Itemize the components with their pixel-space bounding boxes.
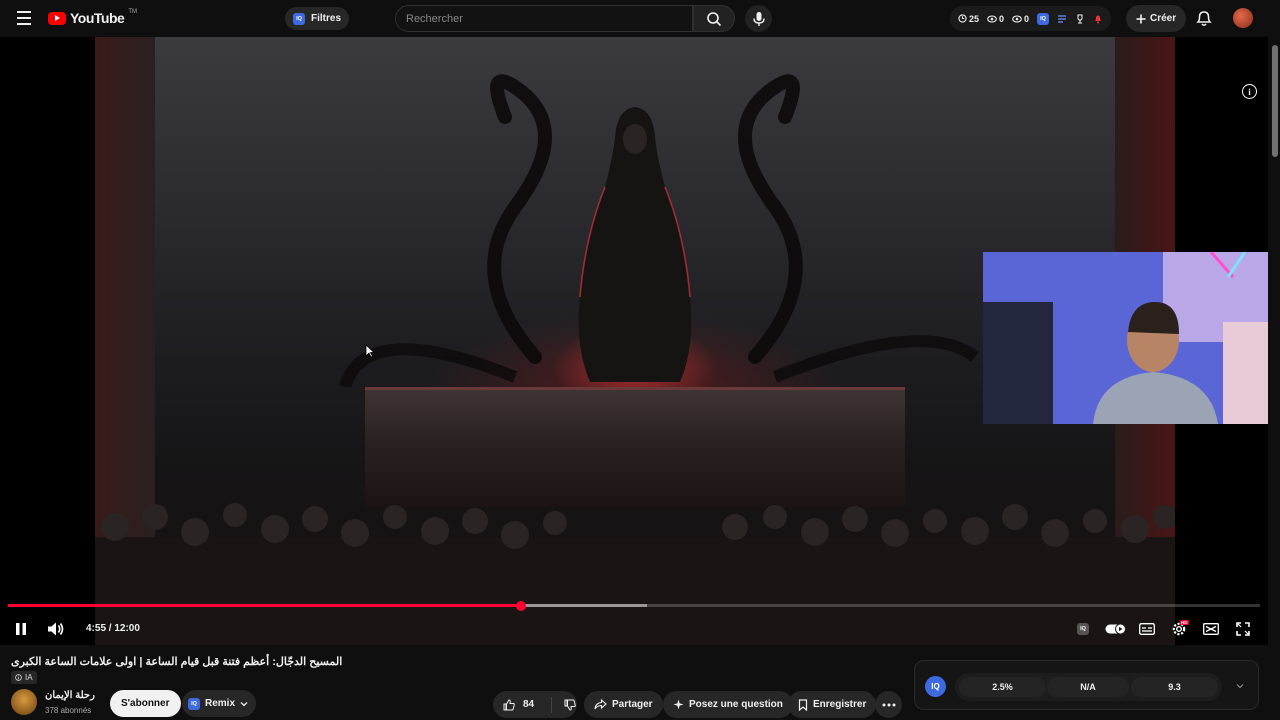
page-scrollbar[interactable] xyxy=(1270,37,1280,720)
ask-question-label: Posez une question xyxy=(689,699,783,710)
metric-value: N/A xyxy=(1047,677,1129,697)
mouse-cursor-icon xyxy=(365,344,375,358)
youtube-play-icon xyxy=(48,11,66,25)
like-count[interactable]: 84 xyxy=(523,699,534,710)
fullscreen-button[interactable] xyxy=(1233,619,1253,639)
youtube-logo[interactable]: YouTube TM xyxy=(48,9,137,26)
microphone-icon xyxy=(752,11,765,26)
thumbs-down-icon[interactable] xyxy=(564,699,576,711)
iq-metrics-icon[interactable]: IQ xyxy=(925,676,946,697)
stat-item: 25 xyxy=(958,14,979,24)
share-label: Partager xyxy=(612,699,653,710)
stat-item: 0 xyxy=(987,14,1004,24)
settings-hd-badge: HD xyxy=(1180,620,1189,625)
progress-bar[interactable] xyxy=(8,600,1260,611)
create-button[interactable]: Créer xyxy=(1126,5,1187,32)
progress-played xyxy=(8,604,522,607)
channel-name[interactable]: رحلة الإيمان xyxy=(45,690,95,701)
voice-search-button[interactable] xyxy=(745,5,772,32)
stat-value: 0 xyxy=(1024,13,1030,24)
ai-label-text: IA xyxy=(25,673,33,682)
stat-item: 0 xyxy=(1012,14,1029,24)
more-actions-button[interactable] xyxy=(875,691,902,718)
eye-icon xyxy=(987,14,997,23)
share-icon xyxy=(594,699,607,710)
autoplay-toggle-icon xyxy=(1105,623,1126,635)
eye-icon xyxy=(1012,14,1022,23)
iq-player-button[interactable]: IQ xyxy=(1073,619,1093,639)
tendrils-image xyxy=(339,74,979,387)
scrollbar-thumb[interactable] xyxy=(1272,45,1278,157)
iq-badge-icon: IQ xyxy=(293,12,305,25)
iq-badge-icon: IQ xyxy=(188,697,200,710)
remix-label: Remix xyxy=(205,698,236,709)
search-icon xyxy=(707,11,722,26)
bookmark-icon xyxy=(798,698,808,711)
subscribe-button[interactable]: S'abonner xyxy=(110,690,181,717)
logo-text: YouTube xyxy=(70,10,125,26)
settings-button[interactable]: HD xyxy=(1169,619,1189,639)
extension-stats-pill[interactable]: 25 0 0 IQ xyxy=(950,6,1112,31)
volume-icon xyxy=(48,622,64,636)
ask-question-button[interactable]: Posez une question xyxy=(663,691,793,718)
list-icon[interactable] xyxy=(1057,14,1067,24)
video-title: المسيح الدجّال: أعظم فتنة قبل قيام الساع… xyxy=(11,656,343,668)
streamer-webcam-image xyxy=(983,252,1268,424)
trophy-icon[interactable] xyxy=(1075,14,1085,24)
filters-button[interactable]: IQ Filtres xyxy=(285,7,350,30)
info-circle-icon xyxy=(15,674,22,681)
top-bar: YouTube TM IQ Filtres 25 0 0 IQ Créer xyxy=(0,0,1280,37)
miniplayer-button[interactable] xyxy=(1201,619,1221,639)
menu-icon[interactable] xyxy=(14,8,34,28)
miniplayer-icon xyxy=(1203,623,1219,635)
search-button[interactable] xyxy=(693,5,735,32)
pause-icon xyxy=(16,623,26,635)
save-label: Enregistrer xyxy=(813,699,867,710)
info-icon[interactable]: i xyxy=(1242,84,1257,99)
video-player[interactable]: i 4:55 / 12:00 IQ HD xyxy=(0,37,1268,645)
subtitles-icon xyxy=(1139,623,1155,635)
stat-value: 0 xyxy=(999,13,1005,24)
chevron-down-icon[interactable] xyxy=(1236,683,1244,689)
bell-icon xyxy=(1196,11,1212,26)
progress-scrubber-handle[interactable] xyxy=(516,600,527,611)
clock-icon xyxy=(958,14,967,23)
ai-label[interactable]: IA xyxy=(11,671,37,684)
metric-value: 2.5% xyxy=(959,677,1046,697)
like-dislike-group: 84 xyxy=(493,691,577,718)
iq-metrics-panel: IQ 2.5% N/A 9.3 xyxy=(914,660,1259,710)
metric-value: 9.3 xyxy=(1131,677,1218,697)
notification-alert-icon[interactable] xyxy=(1093,14,1103,24)
account-avatar[interactable] xyxy=(1233,8,1253,28)
more-horizontal-icon xyxy=(882,703,895,706)
filters-label: Filtres xyxy=(311,13,342,24)
webcam-overlay xyxy=(983,252,1268,424)
share-button[interactable]: Partager xyxy=(584,691,663,718)
iq-extension-icon[interactable]: IQ xyxy=(1037,12,1050,25)
logo-tm: TM xyxy=(128,9,137,15)
player-controls: 4:55 / 12:00 IQ HD xyxy=(0,613,1268,645)
stat-value: 25 xyxy=(969,13,980,24)
fullscreen-icon xyxy=(1236,622,1250,636)
thumbs-up-icon[interactable] xyxy=(503,698,515,711)
chevron-down-icon xyxy=(240,701,248,706)
create-label: Créer xyxy=(1150,13,1177,24)
iq-icon: IQ xyxy=(1077,623,1089,635)
plus-icon xyxy=(1136,14,1146,23)
search-input[interactable] xyxy=(406,12,692,25)
search-box xyxy=(395,5,693,32)
subscriber-count: 378 abonnés xyxy=(45,706,92,715)
sparkle-icon xyxy=(673,699,684,710)
time-display: 4:55 / 12:00 xyxy=(86,623,140,634)
volume-button[interactable] xyxy=(46,619,66,639)
pause-button[interactable] xyxy=(11,619,31,639)
like-divider xyxy=(551,696,553,713)
channel-avatar[interactable] xyxy=(11,689,37,715)
subtitles-button[interactable] xyxy=(1137,619,1157,639)
remix-button[interactable]: IQ Remix xyxy=(182,690,257,717)
notifications-button[interactable] xyxy=(1195,8,1213,33)
autoplay-toggle[interactable] xyxy=(1104,619,1128,639)
save-button[interactable]: Enregistrer xyxy=(788,691,877,718)
